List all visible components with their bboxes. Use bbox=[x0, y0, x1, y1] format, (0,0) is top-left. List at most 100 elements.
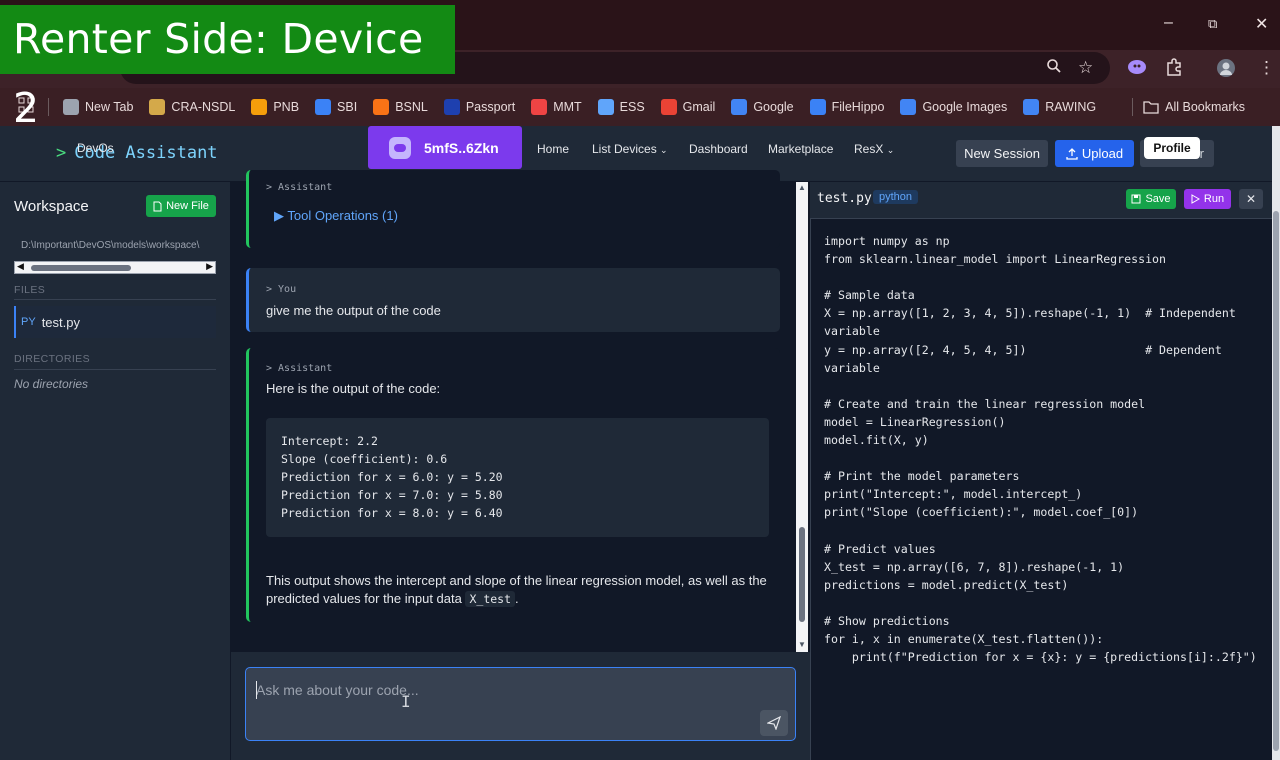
bookmark-cra-nsdl[interactable]: CRA-NSDL bbox=[149, 99, 235, 115]
code-line: predictions = model.predict(X_test) bbox=[824, 577, 1069, 592]
close-editor-button[interactable]: ✕ bbox=[1239, 189, 1263, 209]
code-line: print("Slope (coefficient):", model.coef… bbox=[824, 505, 1139, 520]
code-line: # Show predictions bbox=[824, 613, 950, 628]
extension-icon[interactable] bbox=[1127, 58, 1147, 81]
scroll-right-arrow[interactable]: ▶ bbox=[206, 261, 213, 272]
nav-list-devices-label: List Devices bbox=[592, 142, 657, 156]
bookmark-label: Google bbox=[753, 100, 794, 114]
zoom-icon[interactable] bbox=[1046, 58, 1062, 79]
folder-icon bbox=[1143, 101, 1159, 114]
bookmark-label: SBI bbox=[337, 100, 358, 114]
save-button[interactable]: Save bbox=[1126, 189, 1176, 209]
assistant-message: > Assistant ▶ Tool Operations (1) bbox=[246, 170, 780, 248]
close-window-button[interactable]: ✕ bbox=[1255, 14, 1268, 34]
scroll-left-arrow[interactable]: ◀ bbox=[17, 261, 24, 272]
message-role: > Assistant bbox=[266, 363, 333, 374]
bookmark-star-icon[interactable]: ☆ bbox=[1078, 58, 1093, 78]
bookmark-pnb[interactable]: PNB bbox=[251, 99, 299, 115]
message-text-part: predicted values for the input data bbox=[266, 591, 462, 606]
chat-input[interactable]: Ask me about your code... bbox=[245, 667, 796, 741]
minimize-button[interactable]: – bbox=[1164, 14, 1173, 32]
workspace-path: D:\Important\DevOS\models\workspace\ bbox=[21, 240, 200, 251]
overlay-banner: Renter Side: Device 2 bbox=[0, 5, 455, 132]
send-button[interactable] bbox=[760, 710, 788, 736]
bookmark-passport[interactable]: Passport bbox=[443, 99, 515, 115]
new-file-button[interactable]: New File bbox=[146, 195, 216, 217]
wallet-address-button[interactable]: 5mfS..6Zkn bbox=[368, 126, 522, 169]
message-role: > Assistant bbox=[266, 182, 333, 193]
bookmark-favicon-icon bbox=[315, 99, 332, 115]
bookmark-favicon-icon bbox=[251, 99, 268, 115]
scrollbar-thumb[interactable] bbox=[799, 527, 805, 622]
bookmark-google-images[interactable]: Google Images bbox=[900, 99, 1007, 115]
code-line: variable bbox=[824, 324, 880, 339]
scroll-down-arrow[interactable]: ▼ bbox=[796, 640, 808, 649]
bookmark-google[interactable]: Google bbox=[731, 99, 794, 115]
code-line: # Print the model parameters bbox=[824, 469, 1020, 484]
send-icon bbox=[767, 716, 781, 730]
chevron-down-icon: ⌄ bbox=[660, 145, 668, 155]
save-label: Save bbox=[1145, 193, 1171, 205]
chevron-down-icon: ⌄ bbox=[886, 145, 895, 155]
tool-operations-toggle[interactable]: ▶ Tool Operations (1) bbox=[274, 208, 398, 224]
scrollbar-thumb[interactable] bbox=[1273, 211, 1279, 751]
nav-marketplace[interactable]: Marketplace bbox=[768, 142, 833, 156]
file-item-test-py[interactable]: PY test.py bbox=[14, 306, 216, 338]
wallet-address: 5mfS..6Zkn bbox=[424, 139, 499, 156]
restore-button[interactable]: ⧉ bbox=[1208, 16, 1217, 32]
bookmark-favicon-icon bbox=[731, 99, 748, 115]
code-line: model.fit(X, y) bbox=[824, 433, 929, 448]
bookmark-gmail[interactable]: Gmail bbox=[660, 99, 716, 115]
upload-button[interactable]: Upload bbox=[1055, 140, 1134, 167]
bookmark-rawing[interactable]: RAWING bbox=[1023, 99, 1096, 115]
mouse-cursor-icon: I bbox=[401, 692, 411, 711]
python-file-icon: PY bbox=[21, 316, 36, 328]
page-vertical-scrollbar[interactable] bbox=[1272, 126, 1280, 760]
code-line: print("Intercept:", model.intercept_) bbox=[824, 487, 1083, 502]
nav-home[interactable]: Home bbox=[537, 142, 569, 156]
logo-subtext: DevOs bbox=[77, 141, 114, 155]
file-name: test.py bbox=[41, 314, 80, 330]
extensions-puzzle-icon[interactable] bbox=[1165, 58, 1183, 81]
bookmark-favicon-icon bbox=[443, 99, 460, 115]
browser-menu-icon[interactable]: ⋮ bbox=[1258, 58, 1275, 78]
play-icon bbox=[1191, 194, 1200, 204]
directories-section-label: DIRECTORIES bbox=[14, 353, 90, 365]
output-line: Prediction for x = 6.0: y = 5.20 bbox=[281, 470, 503, 484]
bookmark-favicon-icon bbox=[531, 99, 548, 115]
scrollbar-thumb[interactable] bbox=[31, 265, 131, 271]
bookmark-ess[interactable]: ESS bbox=[597, 99, 645, 115]
bookmark-favicon-icon bbox=[373, 99, 390, 115]
language-badge: python bbox=[873, 190, 919, 204]
profile-avatar-icon[interactable] bbox=[1216, 58, 1236, 83]
nav-dashboard[interactable]: Dashboard bbox=[689, 142, 748, 156]
code-content[interactable]: import numpy as np from sklearn.linear_mo… bbox=[824, 232, 1264, 666]
message-role: > You bbox=[266, 284, 297, 295]
sidebar-horizontal-scrollbar[interactable]: ◀ ▶ bbox=[14, 261, 216, 274]
code-line: X_test = np.array([6, 7, 8]).reshape(-1,… bbox=[824, 559, 1125, 574]
run-button[interactable]: Run bbox=[1184, 189, 1231, 209]
bookmark-filehippo[interactable]: FileHippo bbox=[809, 99, 884, 115]
new-file-label: New File bbox=[166, 200, 209, 212]
run-label: Run bbox=[1203, 193, 1225, 205]
message-text-line: predicted values for the input data X_te… bbox=[266, 590, 776, 608]
bookmark-sbi[interactable]: SBI bbox=[315, 99, 357, 115]
message-text-line: This output shows the intercept and slop… bbox=[266, 573, 767, 588]
code-line: variable bbox=[824, 360, 880, 375]
bookmark-label: CRA-NSDL bbox=[171, 100, 236, 114]
bookmark-mmt[interactable]: MMT bbox=[531, 99, 582, 115]
chat-vertical-scrollbar[interactable]: ▲ ▼ bbox=[796, 182, 808, 652]
scroll-up-arrow[interactable]: ▲ bbox=[796, 183, 808, 192]
nav-list-devices[interactable]: List Devices ⌄ bbox=[592, 142, 668, 156]
code-line: X = np.array([1, 2, 3, 4, 5]).reshape(-1… bbox=[824, 306, 1236, 321]
editor-filename: test.py bbox=[817, 191, 872, 206]
bookmark-bsnl[interactable]: BSNL bbox=[373, 99, 428, 115]
bookmark-new-tab[interactable]: New Tab bbox=[63, 99, 133, 115]
nav-resx[interactable]: ResX ⌄ bbox=[854, 142, 894, 156]
new-session-button[interactable]: New Session bbox=[956, 140, 1048, 167]
all-bookmarks-label: All Bookmarks bbox=[1165, 100, 1246, 114]
all-bookmarks[interactable]: All Bookmarks bbox=[1143, 100, 1245, 114]
bookmark-label: Gmail bbox=[682, 100, 716, 114]
